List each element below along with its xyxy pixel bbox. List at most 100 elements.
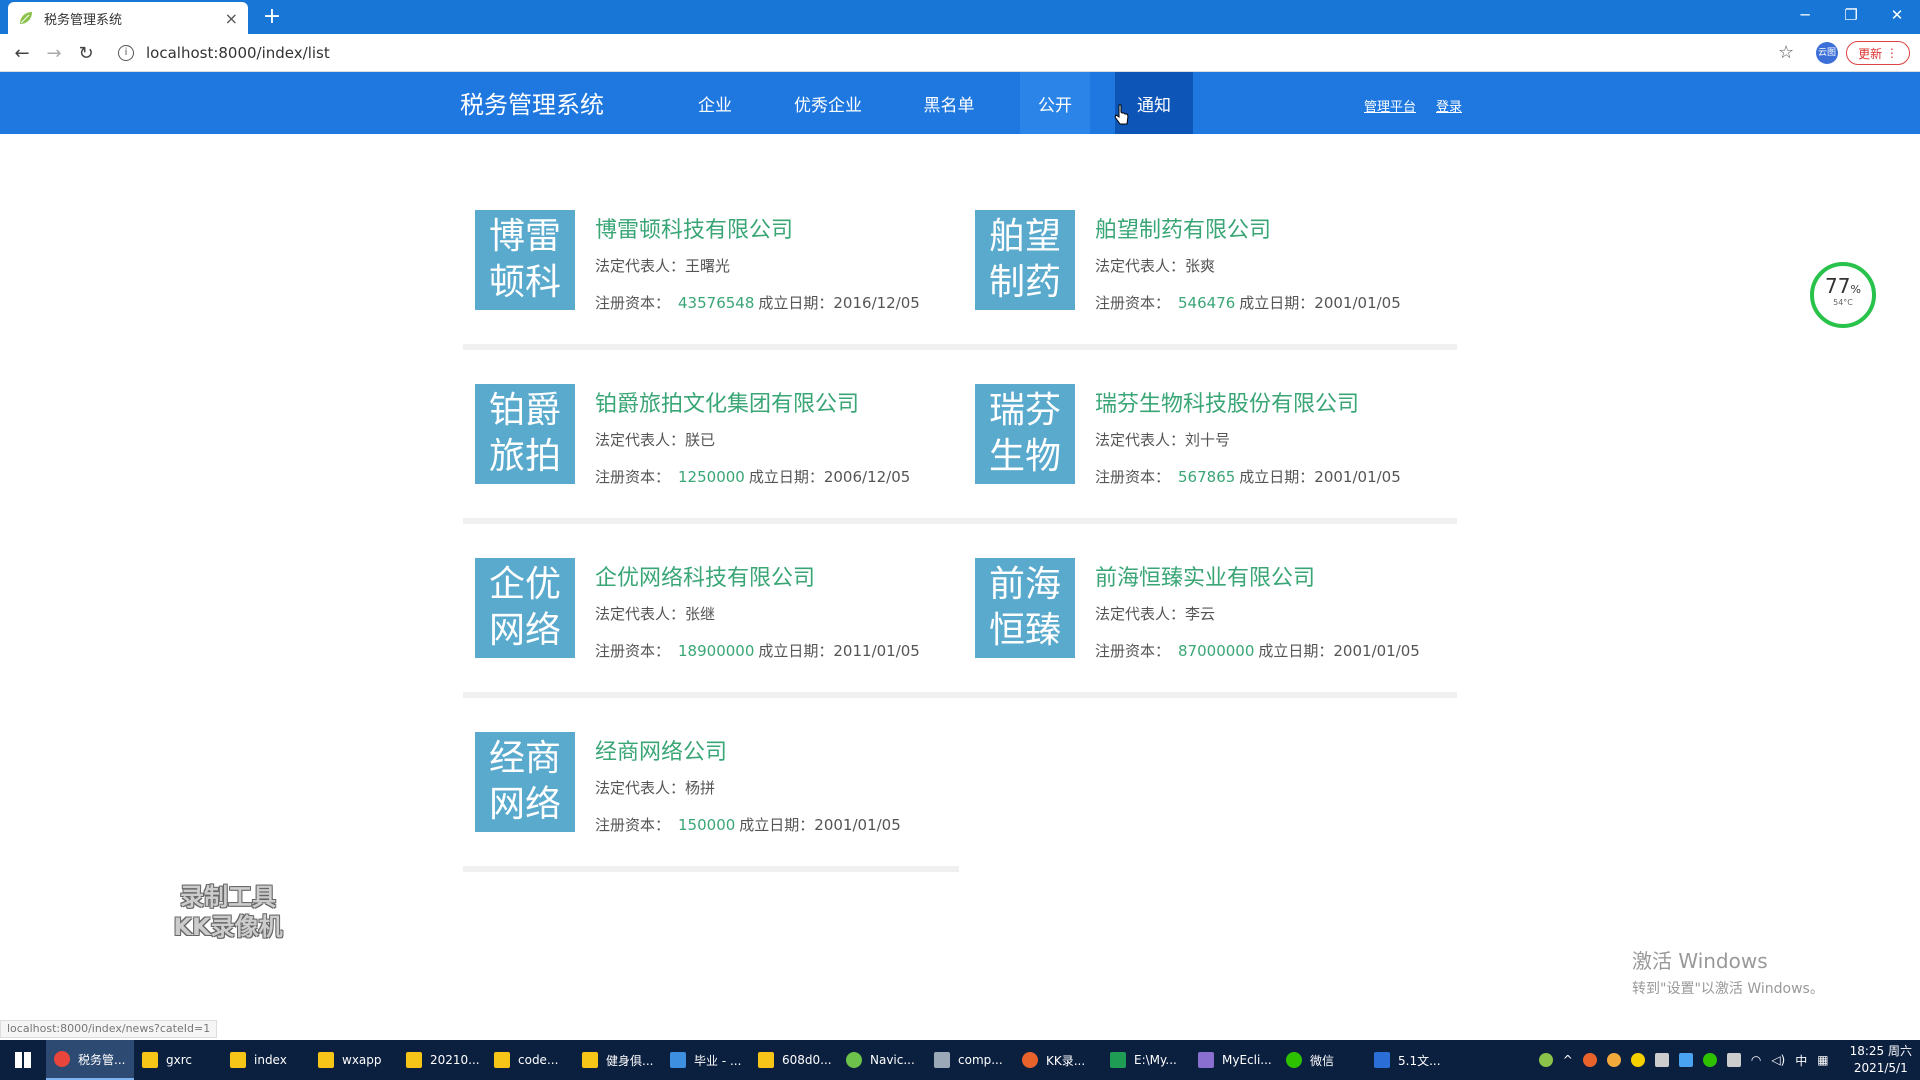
ime-indicator[interactable]: 中 — [1795, 1052, 1807, 1069]
company-card[interactable]: 前海 恒臻 前海恒臻实业有限公司 法定代表人：李云 注册资本： 87000000 成立… — [965, 558, 1445, 698]
reload-icon[interactable]: ↻ — [74, 41, 98, 65]
taskbar-item-myeclipse[interactable]: MyEcli... — [1190, 1040, 1278, 1080]
wechat-tray-icon[interactable] — [1702, 1053, 1717, 1067]
row-divider — [463, 692, 1457, 698]
url-text: localhost:8000/index/list — [146, 44, 330, 62]
taskbar-item-navicat[interactable]: Navic... — [838, 1040, 926, 1080]
capital-and-date: 注册资本： 87000000 成立日期：2001/01/05 — [1095, 642, 1420, 660]
back-icon[interactable]: ← — [10, 41, 34, 65]
taskbar-item-word[interactable]: 5.1文... — [1366, 1040, 1454, 1080]
site-header: 税务管理系统 企业 优秀企业 黑名单 公开 通知 管理平台 登录 — [0, 72, 1920, 134]
bookmark-star-icon[interactable]: ☆ — [1778, 42, 1794, 63]
nav-public[interactable]: 公开 — [1020, 72, 1090, 134]
taskbar-item-folder[interactable]: 20210... — [398, 1040, 486, 1080]
recorder-watermark: 录制工具 KK录像机 — [173, 883, 283, 941]
system-tray: ^ ◠ ◁) 中 ▦ 18:25 周六 2021/5/1 — [1534, 1040, 1920, 1080]
windows-start-icon[interactable] — [0, 1040, 46, 1080]
capital-and-date: 注册资本： 150000 成立日期：2001/01/05 — [595, 816, 901, 834]
taskbar-item-folder[interactable]: gxrc — [134, 1040, 222, 1080]
capital-and-date: 注册资本： 43576548 成立日期：2016/12/05 — [595, 294, 920, 312]
taskbar-item-app[interactable]: comp... — [926, 1040, 1014, 1080]
capital-and-date: 注册资本： 1250000 成立日期：2006/12/05 — [595, 468, 911, 486]
site-brand[interactable]: 税务管理系统 — [460, 85, 604, 120]
chevron-up-icon[interactable]: ^ — [1563, 1053, 1573, 1067]
profile-avatar[interactable]: 云图 — [1816, 42, 1838, 64]
taskbar-item-wechat[interactable]: 微信 — [1278, 1040, 1366, 1080]
leaf-icon — [18, 10, 34, 26]
capital-and-date: 注册资本： 567865 成立日期：2001/01/05 — [1095, 468, 1401, 486]
admin-platform-link[interactable]: 管理平台 — [1364, 96, 1416, 115]
company-card[interactable]: 经商 网络 经商网络公司 法定代表人：杨拼 注册资本： 150000 成立日期：200… — [465, 732, 945, 872]
company-name[interactable]: 企优网络科技有限公司 — [595, 560, 815, 592]
login-link[interactable]: 登录 — [1436, 96, 1462, 115]
taskbar-clock[interactable]: 18:25 周六 2021/5/1 — [1850, 1043, 1912, 1077]
tab-close-icon[interactable]: × — [225, 9, 238, 28]
legal-representative: 法定代表人：杨拼 — [595, 779, 716, 797]
tray-app-icon[interactable] — [1582, 1053, 1597, 1067]
taskbar-item-excel[interactable]: E:\My... — [1102, 1040, 1190, 1080]
taskbar-item-folder[interactable]: index — [222, 1040, 310, 1080]
company-card[interactable]: 铂爵 旅拍 铂爵旅拍文化集团有限公司 法定代表人：朕已 注册资本： 1250000 成… — [465, 384, 945, 524]
site-info-icon[interactable]: i — [118, 45, 134, 61]
company-name[interactable]: 前海恒臻实业有限公司 — [1095, 560, 1315, 592]
company-name[interactable]: 瑞芬生物科技股份有限公司 — [1095, 386, 1359, 418]
taskbar-item-app[interactable]: 毕业 - ... — [662, 1040, 750, 1080]
minimize-icon[interactable]: ─ — [1782, 0, 1828, 30]
legal-representative: 法定代表人：朕已 — [595, 431, 716, 449]
gauge-temperature: 54°C — [1833, 298, 1853, 307]
keyboard-icon[interactable]: ▦ — [1817, 1053, 1828, 1067]
row-divider — [463, 866, 959, 872]
company-card[interactable]: 博雷 顿科 博雷顿科技有限公司 法定代表人：王曙光 注册资本： 43576548 成立… — [465, 210, 945, 350]
capital-and-date: 注册资本： 18900000 成立日期：2011/01/05 — [595, 642, 920, 660]
volume-icon[interactable]: ◁) — [1771, 1053, 1785, 1067]
tab-title: 税务管理系统 — [44, 12, 123, 28]
tray-app-icon[interactable] — [1654, 1053, 1669, 1067]
nav-blacklist[interactable]: 黑名单 — [906, 72, 992, 134]
company-card[interactable]: 瑞芬 生物 瑞芬生物科技股份有限公司 法定代表人：刘十号 注册资本： 567865 成… — [965, 384, 1445, 524]
company-card[interactable]: 舶望 制药 舶望制药有限公司 法定代表人：张爽 注册资本： 546476 成立日期：2… — [965, 210, 1445, 350]
company-logo: 企优 网络 — [475, 558, 575, 658]
new-tab-button[interactable]: + — [260, 4, 284, 30]
tray-app-icon[interactable] — [1630, 1053, 1645, 1067]
window-close-icon[interactable]: ✕ — [1874, 0, 1920, 30]
forward-icon[interactable]: → — [42, 41, 66, 65]
nav-enterprise[interactable]: 企业 — [680, 72, 750, 134]
mouse-cursor-icon — [1114, 104, 1129, 125]
taskbar-item-folder[interactable]: 608d0... — [750, 1040, 838, 1080]
taskbar-item-folder[interactable]: 健身俱... — [574, 1040, 662, 1080]
company-logo: 经商 网络 — [475, 732, 575, 832]
legal-representative: 法定代表人：李云 — [1095, 605, 1216, 623]
legal-representative: 法定代表人：刘十号 — [1095, 431, 1231, 449]
company-card[interactable]: 企优 网络 企优网络科技有限公司 法定代表人：张继 注册资本： 18900000 成立… — [465, 558, 945, 698]
company-name[interactable]: 经商网络公司 — [595, 734, 727, 766]
update-label: 更新 — [1858, 46, 1883, 61]
capital-and-date: 注册资本： 546476 成立日期：2001/01/05 — [1095, 294, 1401, 312]
taskbar-item-chrome[interactable]: 税务管... — [46, 1040, 134, 1080]
window-controls: ─ ❐ ✕ — [1782, 0, 1920, 34]
company-name[interactable]: 铂爵旅拍文化集团有限公司 — [595, 386, 859, 418]
taskbar-item-kk-recorder[interactable]: KK录... — [1014, 1040, 1102, 1080]
browser-toolbar: ← → ↻ i localhost:8000/index/list ☆ 云图 更… — [0, 34, 1920, 72]
browser-tab[interactable]: 税务管理系统 × — [8, 2, 248, 34]
company-name[interactable]: 舶望制药有限公司 — [1095, 212, 1271, 244]
network-icon[interactable] — [1726, 1053, 1741, 1067]
taskbar-item-folder[interactable]: wxapp — [310, 1040, 398, 1080]
company-logo: 铂爵 旅拍 — [475, 384, 575, 484]
company-logo: 前海 恒臻 — [975, 558, 1075, 658]
status-bar-url: localhost:8000/index/news?cateId=1 — [0, 1020, 218, 1038]
company-name[interactable]: 博雷顿科技有限公司 — [595, 212, 793, 244]
battery-icon[interactable] — [1538, 1053, 1553, 1067]
nav-excellent-enterprise[interactable]: 优秀企业 — [780, 72, 876, 134]
taskbar-item-folder[interactable]: code... — [486, 1040, 574, 1080]
wifi-icon[interactable]: ◠ — [1751, 1053, 1761, 1067]
tray-app-icon[interactable] — [1678, 1053, 1693, 1067]
tray-app-icon[interactable] — [1606, 1053, 1621, 1067]
system-monitor-gauge[interactable]: 77% 54°C — [1810, 262, 1876, 328]
company-logo: 瑞芬 生物 — [975, 384, 1075, 484]
update-button[interactable]: 更新 ⋮ — [1846, 41, 1910, 65]
windows-activation-notice: 激活 Windows 转到"设置"以激活 Windows。 — [1632, 949, 1824, 997]
address-bar[interactable]: i localhost:8000/index/list — [110, 39, 1790, 67]
restore-icon[interactable]: ❐ — [1828, 0, 1874, 30]
company-logo: 舶望 制药 — [975, 210, 1075, 310]
row-divider — [463, 344, 1457, 350]
